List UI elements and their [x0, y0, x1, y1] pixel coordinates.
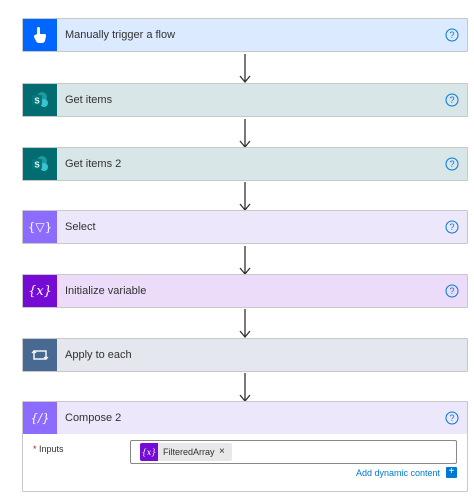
step-card-get-items-2[interactable]: S Get items 2 ? [22, 147, 468, 181]
step-title: Get items 2 [65, 158, 122, 170]
token-label: FilteredArray [163, 447, 215, 457]
step-title: Get items [65, 94, 113, 106]
svg-text:S: S [34, 97, 40, 106]
arrow-down-icon [239, 373, 251, 403]
step-title: Select [65, 221, 96, 233]
help-icon[interactable]: ? [445, 411, 459, 425]
sharepoint-icon: S [23, 84, 57, 116]
arrow-down-icon [239, 182, 251, 212]
svg-text:{x}: {x} [142, 448, 157, 457]
svg-text:?: ? [449, 30, 454, 40]
variable-icon: {x} [23, 275, 57, 307]
inputs-label-text: Inputs [39, 444, 64, 454]
sharepoint-icon: S [23, 148, 57, 180]
svg-text:S: S [34, 161, 40, 170]
step-title: Initialize variable [65, 285, 147, 297]
arrow-down-icon [239, 119, 251, 149]
data-operation-icon: {▽} [23, 211, 57, 243]
step-title: Apply to each [65, 349, 132, 361]
compose-icon: {∕} [23, 402, 57, 434]
svg-text:?: ? [449, 159, 454, 169]
step-card-initialize-variable[interactable]: {x} Initialize variable ? [22, 274, 468, 308]
help-icon[interactable]: ? [445, 220, 459, 234]
step-title: Compose 2 [65, 412, 122, 424]
step-card-apply-to-each[interactable]: Apply to each [22, 338, 468, 372]
svg-text:?: ? [449, 95, 454, 105]
svg-text:{x}: {x} [28, 284, 52, 299]
svg-text:?: ? [449, 222, 454, 232]
step-card-trigger[interactable]: Manually trigger a flow ? [22, 18, 468, 52]
svg-text:{∕}: {∕} [30, 411, 49, 425]
help-icon[interactable]: ? [445, 284, 459, 298]
inputs-field[interactable]: {x} FilteredArray × [130, 440, 457, 464]
arrow-down-icon [239, 54, 251, 84]
svg-text:?: ? [449, 286, 454, 296]
variable-icon: {x} [140, 443, 158, 461]
add-icon[interactable]: + [446, 467, 457, 478]
arrow-down-icon [239, 309, 251, 339]
step-card-select[interactable]: {▽} Select ? [22, 210, 468, 244]
help-icon[interactable]: ? [445, 93, 459, 107]
arrow-down-icon [239, 246, 251, 276]
svg-text:?: ? [449, 413, 454, 423]
inputs-label: * Inputs [33, 444, 64, 454]
help-icon[interactable]: ? [445, 28, 459, 42]
touch-hand-icon [23, 19, 57, 51]
step-title: Manually trigger a flow [65, 29, 176, 41]
add-dynamic-content-link[interactable]: Add dynamic content [356, 468, 440, 478]
help-icon[interactable]: ? [445, 157, 459, 171]
close-icon[interactable]: × [219, 443, 225, 461]
svg-text:{▽}: {▽} [29, 220, 51, 234]
dynamic-content-token[interactable]: {x} FilteredArray × [140, 443, 232, 461]
loop-icon [23, 339, 57, 371]
required-marker: * [33, 444, 37, 454]
step-card-get-items[interactable]: S Get items ? [22, 83, 468, 117]
